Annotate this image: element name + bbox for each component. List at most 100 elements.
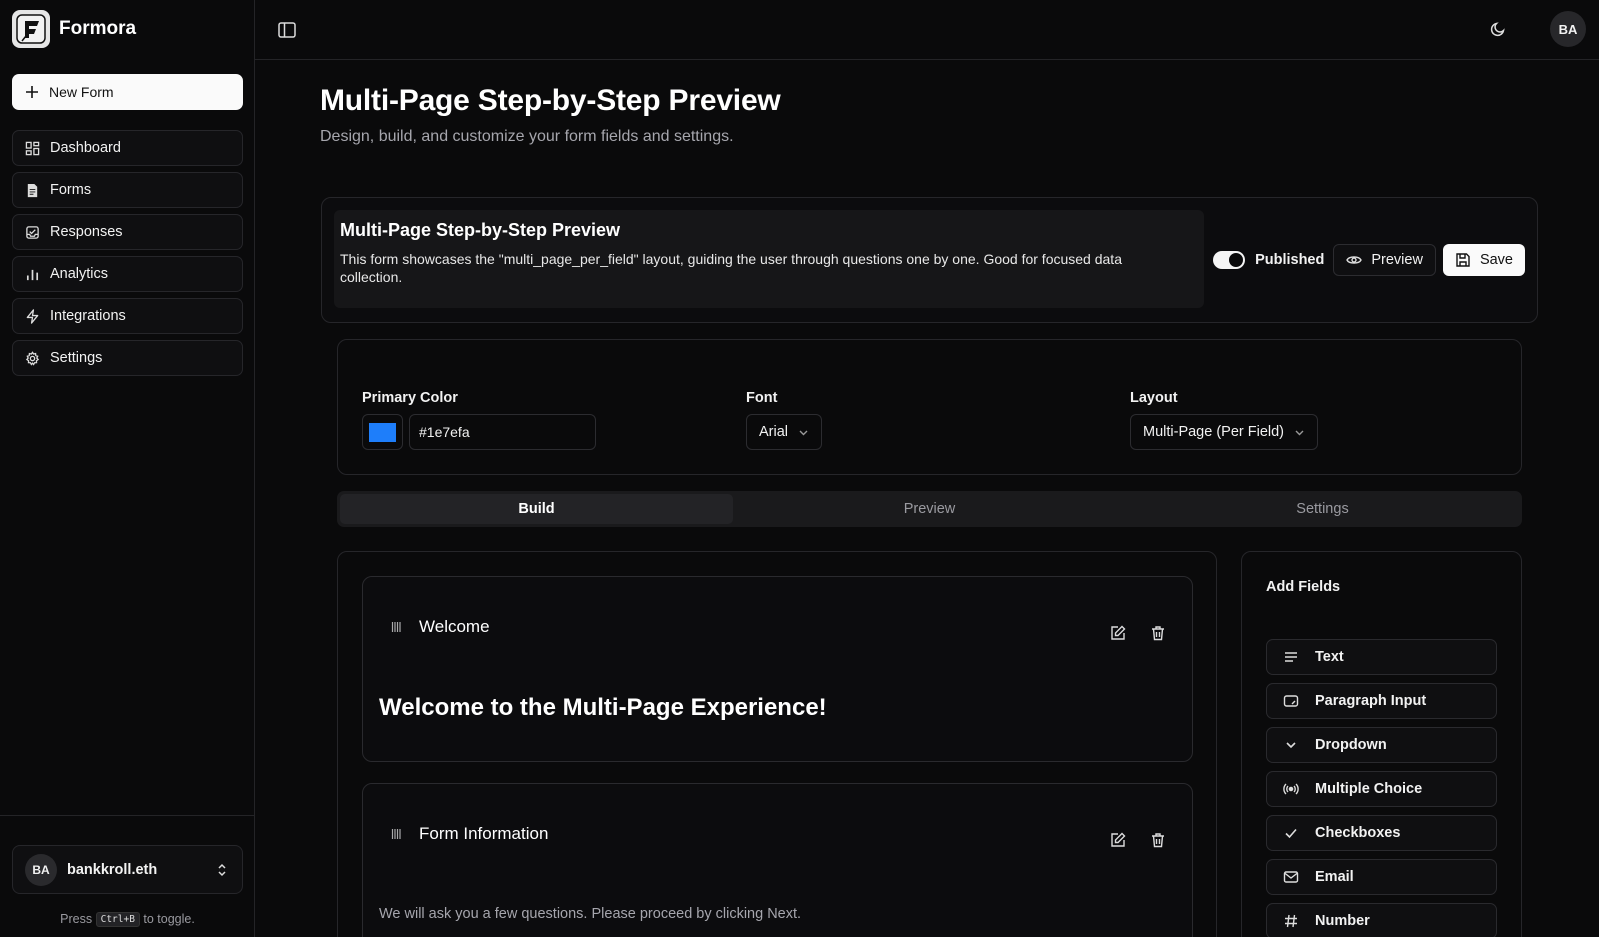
brand[interactable]: Formora: [12, 10, 136, 48]
published-toggle[interactable]: [1213, 251, 1246, 269]
trash-icon[interactable]: [1150, 625, 1166, 641]
dashboard-icon: [25, 141, 40, 155]
topbar: BA: [255, 0, 1599, 60]
sidebar-item-responses[interactable]: Responses: [12, 214, 243, 250]
add-field-dropdown[interactable]: Dropdown: [1266, 727, 1497, 763]
add-field-text[interactable]: Text: [1266, 639, 1497, 675]
add-field-label: Text: [1315, 649, 1344, 665]
sidebar-item-analytics[interactable]: Analytics: [12, 256, 243, 292]
textarea-icon: [1283, 695, 1299, 707]
chevron-down-icon: [1295, 430, 1304, 435]
formora-logo-icon: [12, 10, 50, 48]
add-field-label: Email: [1315, 869, 1354, 885]
add-field-label: Checkboxes: [1315, 825, 1401, 841]
font-label: Font: [746, 390, 778, 406]
sidebar-item-integrations[interactable]: Integrations: [12, 298, 243, 334]
layout-select[interactable]: Multi-Page (Per Field): [1130, 414, 1319, 450]
sidebar-item-dashboard[interactable]: Dashboard: [12, 130, 243, 166]
new-form-button[interactable]: New Form: [12, 74, 243, 110]
chevron-down-icon: [799, 430, 808, 435]
drag-handle-icon[interactable]: [391, 621, 401, 633]
hash-icon: [1285, 914, 1297, 928]
color-picker[interactable]: [362, 414, 403, 450]
moon-icon[interactable]: [1489, 20, 1507, 38]
field-title: Form Information: [419, 824, 549, 843]
sidebar-item-label: Responses: [50, 224, 123, 240]
primary-color-label: Primary Color: [362, 390, 458, 406]
user-menu[interactable]: BA bankkroll.eth: [12, 845, 243, 894]
text-lines-icon: [1285, 652, 1297, 662]
add-fields-list: Text Paragraph Input Dropdown Multiple C…: [1266, 639, 1497, 937]
radio-icon: [1283, 783, 1299, 795]
field-card[interactable]: Form Information We will ask you a few q…: [362, 783, 1193, 937]
save-button[interactable]: Save: [1442, 244, 1525, 276]
primary-color-input[interactable]: #1e7efa: [409, 414, 596, 450]
chevrons-up-down-icon: [218, 863, 226, 876]
inbox-icon: [26, 225, 39, 239]
add-field-label: Number: [1315, 913, 1370, 929]
avatar[interactable]: BA: [1550, 11, 1586, 47]
sidebar-item-label: Dashboard: [50, 140, 121, 156]
file-icon: [27, 183, 38, 197]
sidebar-item-settings[interactable]: Settings: [12, 340, 243, 376]
form-actions: Published Preview Save: [1213, 244, 1525, 276]
bar-chart-icon: [26, 269, 39, 280]
field-content: Welcome to the Multi-Page Experience!: [379, 694, 827, 721]
sidebar-toggle-icon[interactable]: [277, 20, 297, 40]
layout-value: Multi-Page (Per Field): [1143, 424, 1285, 440]
font-value: Arial: [759, 424, 789, 440]
sidebar: Formora New Form Dashboard Forms Respons…: [0, 0, 255, 937]
sidebar-item-label: Forms: [50, 182, 92, 198]
editor-tabs: Build Preview Settings: [337, 491, 1522, 527]
drag-handle-icon[interactable]: [391, 828, 401, 840]
eye-icon: [1346, 256, 1363, 264]
preview-label: Preview: [1371, 252, 1423, 268]
layout-label: Layout: [1130, 390, 1178, 406]
add-field-label: Dropdown: [1315, 737, 1387, 753]
toggle-hint: Press Ctrl+B to toggle.: [0, 912, 255, 927]
field-card[interactable]: Welcome Welcome to the Multi-Page Experi…: [362, 576, 1193, 762]
sidebar-item-forms[interactable]: Forms: [12, 172, 243, 208]
add-field-label: Multiple Choice: [1315, 781, 1423, 797]
trash-icon[interactable]: [1150, 832, 1166, 848]
add-fields-panel: Add Fields Text Paragraph Input Dropdown…: [1241, 551, 1522, 937]
sidebar-item-label: Analytics: [50, 266, 109, 282]
font-setting: Font Arial: [746, 390, 823, 450]
chevron-down-icon: [1286, 742, 1296, 749]
sidebar-footer: BA bankkroll.eth Press Ctrl+B to toggle.: [0, 815, 255, 937]
app-name: Formora: [59, 18, 137, 39]
form-header-card: Multi-Page Step-by-Step Preview This for…: [321, 197, 1538, 323]
hint-text-before: Press: [60, 912, 93, 926]
tab-settings[interactable]: Settings: [1126, 494, 1519, 524]
layout-setting: Layout Multi-Page (Per Field): [1130, 390, 1319, 450]
tab-preview[interactable]: Preview: [733, 494, 1126, 524]
new-form-label: New Form: [49, 84, 114, 100]
primary-color-setting: Primary Color #1e7efa: [362, 390, 596, 450]
sidebar-item-label: Integrations: [50, 308, 126, 324]
hint-text-after: to toggle.: [143, 912, 195, 926]
add-field-number[interactable]: Number: [1266, 903, 1497, 937]
gear-icon: [25, 350, 40, 366]
font-select[interactable]: Arial: [746, 414, 823, 450]
add-field-label: Paragraph Input: [1315, 693, 1427, 709]
edit-icon[interactable]: [1110, 832, 1126, 848]
user-name: bankkroll.eth: [67, 861, 158, 878]
form-builder-canvas: Welcome Welcome to the Multi-Page Experi…: [337, 551, 1217, 937]
zap-icon: [26, 308, 39, 324]
field-content: We will ask you a few questions. Please …: [379, 906, 802, 922]
tab-build[interactable]: Build: [340, 494, 733, 524]
form-description-input[interactable]: This form showcases the "multi_page_per_…: [340, 250, 1170, 286]
add-field-paragraph[interactable]: Paragraph Input: [1266, 683, 1497, 719]
edit-icon[interactable]: [1110, 625, 1126, 641]
add-field-multiple-choice[interactable]: Multiple Choice: [1266, 771, 1497, 807]
preview-button[interactable]: Preview: [1333, 244, 1436, 276]
save-label: Save: [1479, 252, 1513, 268]
form-name-input[interactable]: Multi-Page Step-by-Step Preview: [340, 220, 620, 241]
add-field-email[interactable]: Email: [1266, 859, 1497, 895]
add-field-checkboxes[interactable]: Checkboxes: [1266, 815, 1497, 851]
page-title: Multi-Page Step-by-Step Preview: [320, 84, 781, 117]
avatar: BA: [25, 853, 57, 886]
add-fields-title: Add Fields: [1266, 579, 1341, 595]
sidebar-nav: Dashboard Forms Responses Analytics Inte…: [12, 130, 243, 382]
mail-icon: [1283, 871, 1299, 883]
